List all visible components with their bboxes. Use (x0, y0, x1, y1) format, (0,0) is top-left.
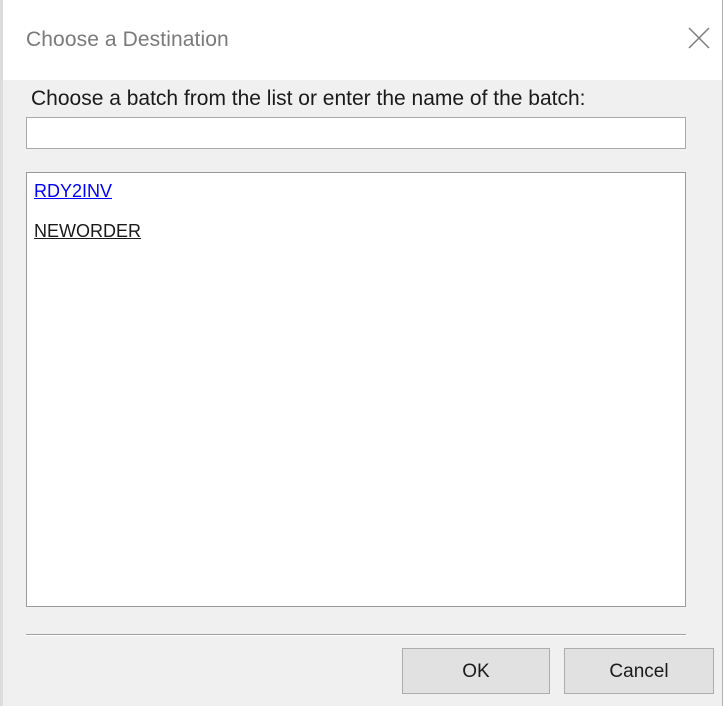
ok-button[interactable]: OK (402, 648, 550, 694)
batch-name-input[interactable] (26, 117, 686, 149)
batch-list-item-rdy2inv[interactable]: RDY2INV (34, 181, 112, 202)
close-button[interactable] (672, 14, 722, 64)
window-left-edge (0, 0, 3, 706)
title-bar: Choose a Destination (0, 0, 722, 80)
dialog-title: Choose a Destination (26, 28, 229, 51)
batch-list-item-neworder[interactable]: NEWORDER (34, 221, 141, 242)
batch-prompt-label: Choose a batch from the list or enter th… (31, 87, 586, 110)
batch-list[interactable]: RDY2INV NEWORDER (26, 172, 686, 607)
close-icon (688, 27, 710, 49)
cancel-button[interactable]: Cancel (564, 648, 714, 694)
choose-destination-dialog: Choose a Destination Choose a batch from… (0, 0, 723, 706)
button-separator (26, 634, 686, 636)
